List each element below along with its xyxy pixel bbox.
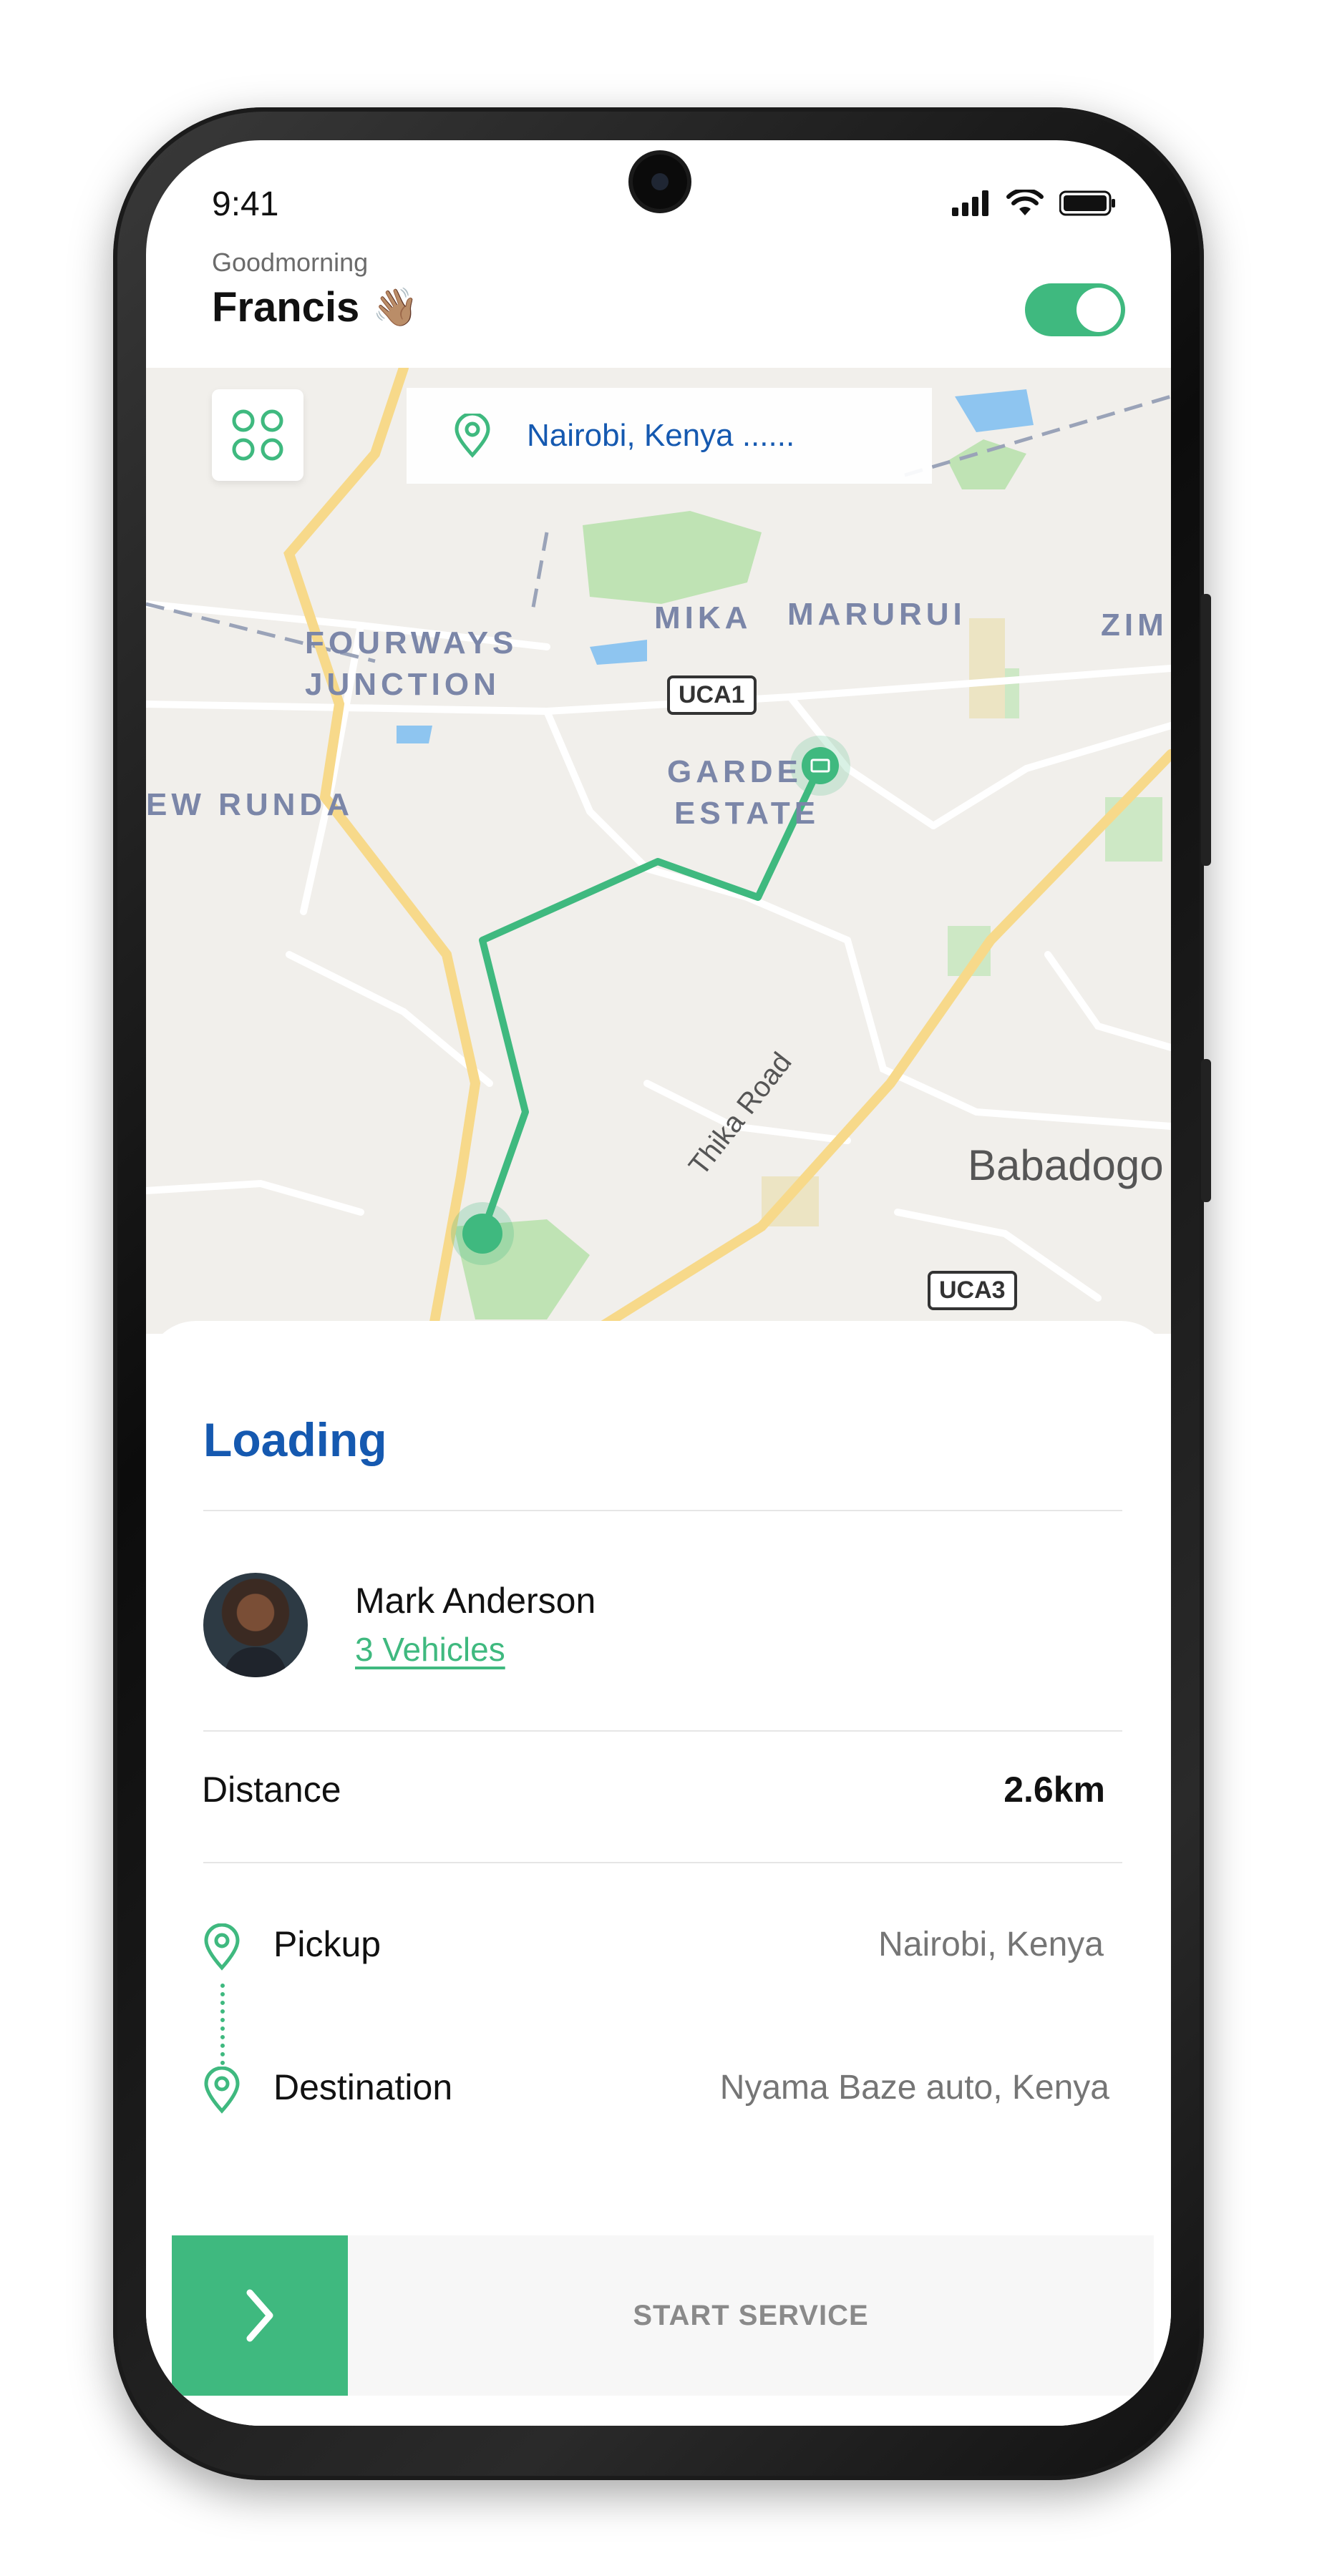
map-label-zim: ZIM bbox=[1101, 608, 1168, 643]
pickup-value: Nairobi, Kenya bbox=[878, 1926, 1104, 1963]
road-badge-uca1: UCA1 bbox=[667, 675, 757, 715]
map-label-babadogo: Babadogo bbox=[968, 1141, 1164, 1189]
map-label-junction: JUNCTION bbox=[305, 667, 500, 702]
wave-emoji: 👋🏽 bbox=[372, 287, 419, 328]
trip-details-card: Loading Mark Anderson 3 Vehicles Distanc… bbox=[146, 1321, 1171, 2426]
route-connector bbox=[220, 1984, 225, 2065]
status-icons bbox=[952, 187, 1117, 219]
road-badge-uca3: UCA3 bbox=[928, 1271, 1017, 1310]
vehicles-link[interactable]: 3 Vehicles bbox=[355, 1630, 505, 1669]
destination-label: Destination bbox=[273, 2067, 453, 2107]
volume-button bbox=[1201, 1059, 1211, 1202]
screen: 9:41 Goodmorning Francis 👋🏽 FOURWAYS JUN… bbox=[146, 140, 1171, 2426]
map-label-mika: MIKA bbox=[654, 600, 752, 635]
toggle-knob bbox=[1077, 288, 1121, 332]
destination-value: Nyama Baze auto, Kenya bbox=[719, 2069, 1109, 2107]
map-label-marurui: MARURUI bbox=[787, 597, 966, 632]
map-label-estate: ESTATE bbox=[674, 796, 820, 831]
destination-pin-icon bbox=[204, 2067, 240, 2114]
driver-name: Mark Anderson bbox=[355, 1581, 596, 1621]
greeting-text: Goodmorning bbox=[212, 248, 369, 277]
wifi-icon bbox=[1006, 190, 1044, 215]
availability-toggle[interactable] bbox=[1025, 283, 1125, 336]
battery-icon bbox=[1059, 190, 1115, 216]
pickup-label: Pickup bbox=[273, 1924, 382, 1964]
start-service-slider[interactable]: START SERVICE bbox=[172, 2235, 1154, 2396]
route-map[interactable]: FOURWAYS JUNCTION MIKA MARURUI ZIM GARDE… bbox=[146, 368, 1171, 1334]
user-name: Francis bbox=[212, 284, 360, 331]
start-service-label: START SERVICE bbox=[633, 2300, 869, 2331]
location-search[interactable]: Nairobi, Kenya ...... bbox=[407, 388, 932, 484]
signal-icon bbox=[952, 190, 988, 216]
front-camera bbox=[633, 155, 687, 209]
location-pin-icon bbox=[455, 414, 490, 458]
divider bbox=[203, 1730, 1122, 1732]
map-label-garden: GARDE bbox=[667, 754, 802, 789]
map-label-runda: EW RUNDA bbox=[146, 787, 354, 822]
status-time: 9:41 bbox=[212, 185, 279, 223]
pickup-pin-icon bbox=[204, 1923, 240, 1971]
map-label-fourways: FOURWAYS bbox=[305, 625, 518, 660]
grid-icon bbox=[232, 409, 283, 461]
divider bbox=[203, 1862, 1122, 1863]
distance-label: Distance bbox=[202, 1770, 341, 1810]
phone-frame: 9:41 Goodmorning Francis 👋🏽 FOURWAYS JUN… bbox=[113, 107, 1211, 2480]
chevron-right-icon bbox=[246, 2289, 273, 2342]
menu-grid-button[interactable] bbox=[212, 389, 303, 481]
power-button bbox=[1201, 594, 1211, 866]
distance-value: 2.6km bbox=[1003, 1770, 1105, 1810]
divider bbox=[203, 1510, 1122, 1511]
slider-handle[interactable] bbox=[172, 2235, 348, 2396]
trip-status: Loading bbox=[203, 1413, 387, 1466]
driver-avatar bbox=[203, 1573, 308, 1677]
user-name-row: Francis 👋🏽 bbox=[212, 283, 419, 331]
search-location-text: Nairobi, Kenya ...... bbox=[527, 418, 795, 453]
